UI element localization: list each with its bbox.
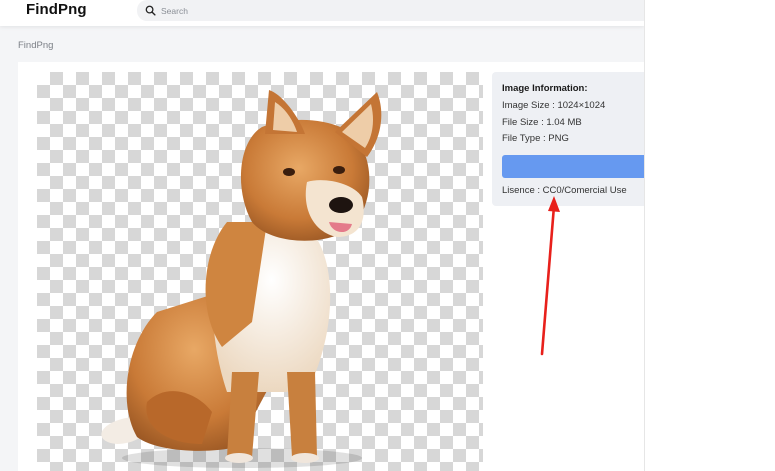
image-size-text: Image Size : 1024×1024 (502, 100, 606, 111)
image-info-panel: Image Information: Image Size : 1024×102… (492, 72, 644, 206)
file-size-text: File Size : 1.04 MB (502, 117, 582, 128)
search-input[interactable] (161, 2, 561, 19)
image-preview[interactable] (37, 72, 483, 471)
site-logo[interactable]: FindPng (26, 1, 87, 18)
file-type-text: File Type : PNG (502, 133, 569, 144)
top-header: FindPng (0, 0, 644, 26)
red-arrow-icon (540, 196, 560, 356)
breadcrumb[interactable]: FindPng (18, 40, 53, 51)
download-button[interactable] (502, 155, 644, 178)
info-title: Image Information: (502, 83, 588, 94)
search-icon (145, 5, 156, 16)
search-bar[interactable] (137, 0, 644, 21)
dog-image (101, 90, 382, 468)
